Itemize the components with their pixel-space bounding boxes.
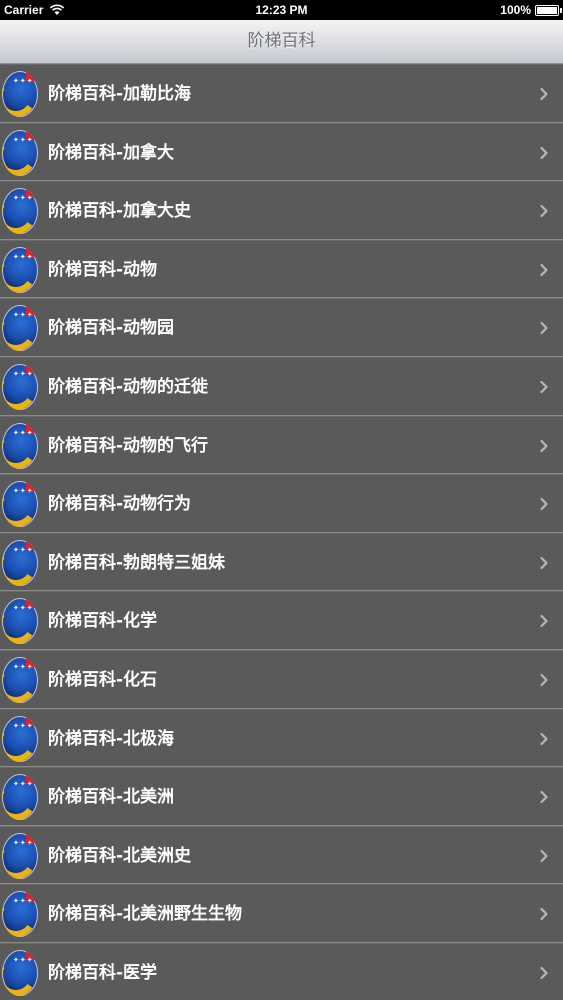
list-item-label: 阶梯百科-勃朗特三姐妹: [48, 552, 226, 573]
status-time: 12:23 PM: [255, 3, 308, 17]
chevron-right-icon: [540, 908, 548, 921]
chevron-right-icon: [540, 615, 548, 628]
stars-shape: ✦✦✦: [13, 721, 34, 730]
stars-shape: ✦✦✦: [13, 252, 34, 261]
list-item[interactable]: ✦✦✦ 阶梯百科-化石: [0, 649, 563, 709]
list-item[interactable]: ✦✦✦ 阶梯百科-动物的飞行: [0, 415, 563, 475]
chevron-right-icon: [540, 791, 548, 804]
chevron-right-icon: [540, 322, 548, 335]
list-item[interactable]: ✦✦✦ 阶梯百科-北极海: [0, 708, 563, 768]
app-logo-icon: ✦✦✦: [2, 481, 38, 528]
app-logo-icon: ✦✦✦: [2, 129, 38, 176]
app-logo-icon: ✦✦✦: [2, 891, 38, 938]
page-title: 阶梯百科: [247, 31, 316, 51]
app-logo-icon: ✦✦✦: [2, 246, 38, 293]
chevron-right-icon: [540, 673, 548, 687]
navigation-bar: 阶梯百科: [0, 20, 563, 64]
stars-shape: ✦✦✦: [13, 487, 34, 496]
status-bar: Carrier 12:23 PM 100%: [0, 0, 563, 20]
list-item[interactable]: ✦✦✦ 阶梯百科-北美洲野生生物: [0, 884, 563, 943]
status-right: 100%: [500, 3, 562, 17]
list-item-label: 阶梯百科-加拿大史: [48, 201, 192, 222]
app-logo-icon: ✦✦✦: [2, 305, 38, 352]
battery-percent: 100%: [500, 3, 531, 17]
app-logo-icon: ✦✦✦: [2, 949, 38, 996]
list-item-label: 阶梯百科-医学: [48, 962, 158, 983]
list-item-label: 阶梯百科-动物园: [48, 318, 175, 339]
list-item-label: 阶梯百科-动物行为: [48, 494, 192, 515]
list-item[interactable]: ✦✦✦ 阶梯百科-加勒比海: [0, 64, 563, 123]
chevron-right-icon: [540, 556, 548, 569]
app-logo-icon: ✦✦✦: [2, 539, 38, 586]
app-logo-icon: ✦✦✦: [2, 363, 38, 410]
chevron-right-icon: [540, 87, 548, 101]
stars-shape: ✦✦✦: [13, 545, 34, 554]
stars-shape: ✦✦✦: [13, 135, 34, 144]
list-item-label: 阶梯百科-动物的飞行: [48, 435, 209, 456]
list-item[interactable]: ✦✦✦ 阶梯百科-北美洲: [0, 767, 563, 826]
chevron-right-icon: [540, 439, 548, 452]
list-item[interactable]: ✦✦✦ 阶梯百科-动物的迁徙: [0, 356, 563, 416]
chevron-right-icon: [540, 849, 548, 862]
app-logo-icon: ✦✦✦: [2, 71, 38, 117]
stars-shape: ✦✦✦: [13, 194, 34, 203]
list-item[interactable]: ✦✦✦ 阶梯百科-北美洲史: [0, 825, 563, 885]
chevron-right-icon: [540, 732, 548, 745]
chevron-right-icon: [540, 205, 548, 218]
list-item-label: 阶梯百科-动物: [48, 259, 158, 280]
list-item-label: 阶梯百科-动物的迁徙: [48, 376, 209, 397]
list-item[interactable]: ✦✦✦ 阶梯百科-动物园: [0, 298, 563, 357]
stars-shape: ✦✦✦: [13, 77, 34, 85]
stars-shape: ✦✦✦: [13, 838, 34, 847]
list-item[interactable]: ✦✦✦ 阶梯百科-勃朗特三姐妹: [0, 532, 563, 592]
chevron-right-icon: [540, 966, 548, 980]
list-item[interactable]: ✦✦✦ 阶梯百科-加拿大史: [0, 181, 563, 240]
app-logo-icon: ✦✦✦: [2, 188, 38, 235]
chevron-right-icon: [540, 263, 548, 276]
app-screen: Carrier 12:23 PM 100% 阶梯百科 ✦✦✦ 阶梯百科-加勒比海: [0, 0, 563, 1000]
list-item-label: 阶梯百科-北美洲史: [48, 845, 192, 866]
app-logo-icon: ✦✦✦: [2, 598, 38, 645]
chevron-right-icon: [540, 380, 548, 394]
battery-fill: [537, 6, 557, 14]
stars-shape: ✦✦✦: [13, 955, 34, 964]
list-item-label: 阶梯百科-化学: [48, 611, 158, 632]
stars-shape: ✦✦✦: [13, 780, 34, 789]
stars-shape: ✦✦✦: [13, 897, 34, 906]
stars-shape: ✦✦✦: [13, 662, 34, 671]
list-item-label: 阶梯百科-化石: [48, 669, 158, 690]
list-item-label: 阶梯百科-加拿大: [48, 142, 175, 163]
list-item[interactable]: ✦✦✦ 阶梯百科-化学: [0, 591, 563, 650]
list-item[interactable]: ✦✦✦ 阶梯百科-动物行为: [0, 474, 563, 533]
stars-shape: ✦✦✦: [13, 428, 34, 437]
list-item-label: 阶梯百科-加勒比海: [48, 84, 192, 104]
category-list: ✦✦✦ 阶梯百科-加勒比海 ✦✦✦ 阶梯百科-加拿大 ✦✦✦ 阶梯百科-加拿大史: [0, 64, 563, 1000]
stars-shape: ✦✦✦: [13, 311, 34, 320]
app-logo-icon: ✦✦✦: [2, 715, 38, 762]
list-item-label: 阶梯百科-北极海: [48, 728, 175, 749]
chevron-right-icon: [540, 146, 548, 159]
chevron-right-icon: [540, 498, 548, 511]
app-logo-icon: ✦✦✦: [2, 832, 38, 879]
list-item[interactable]: ✦✦✦ 阶梯百科-动物: [0, 239, 563, 299]
stars-shape: ✦✦✦: [13, 369, 34, 378]
list-item-label: 阶梯百科-北美洲野生生物: [48, 904, 243, 925]
app-logo-icon: ✦✦✦: [2, 774, 38, 821]
stars-shape: ✦✦✦: [13, 604, 34, 613]
app-logo-icon: ✦✦✦: [2, 656, 38, 703]
battery-icon: [535, 4, 562, 16]
list-item[interactable]: ✦✦✦ 阶梯百科-医学: [0, 942, 563, 1000]
app-logo-icon: ✦✦✦: [2, 422, 38, 469]
list-item-label: 阶梯百科-北美洲: [48, 787, 175, 808]
list-item[interactable]: ✦✦✦ 阶梯百科-加拿大: [0, 122, 563, 182]
